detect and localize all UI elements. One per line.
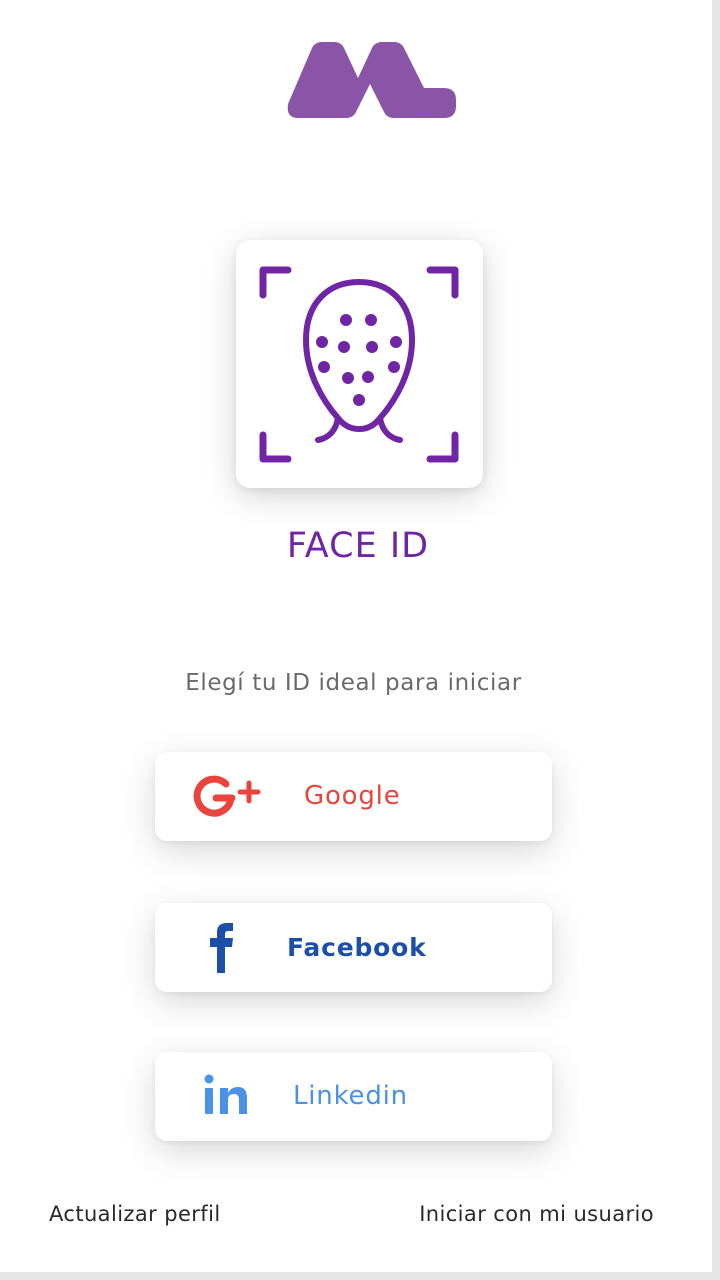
login-screen: FACE ID Elegí tu ID ideal para iniciar G… xyxy=(0,0,712,1272)
linkedin-icon xyxy=(204,1074,247,1114)
brand-logo-icon xyxy=(287,42,456,118)
face-id-icon xyxy=(259,266,459,463)
google-button-label: Google xyxy=(304,781,401,811)
facebook-icon xyxy=(210,923,233,973)
facebook-login-button[interactable]: Facebook xyxy=(155,903,552,992)
login-with-user-link[interactable]: Iniciar con mi usuario xyxy=(419,1202,654,1226)
linkedin-login-button[interactable]: Linkedin xyxy=(155,1052,552,1141)
google-login-button[interactable]: Google xyxy=(155,752,552,841)
face-id-title: FACE ID xyxy=(286,526,430,566)
linkedin-button-label: Linkedin xyxy=(293,1081,408,1111)
update-profile-link[interactable]: Actualizar perfil xyxy=(49,1202,221,1226)
login-instructions: Elegí tu ID ideal para iniciar xyxy=(185,670,522,696)
face-id-card[interactable] xyxy=(236,240,483,488)
google-plus-icon xyxy=(193,775,261,817)
facebook-button-label: Facebook xyxy=(287,933,427,962)
